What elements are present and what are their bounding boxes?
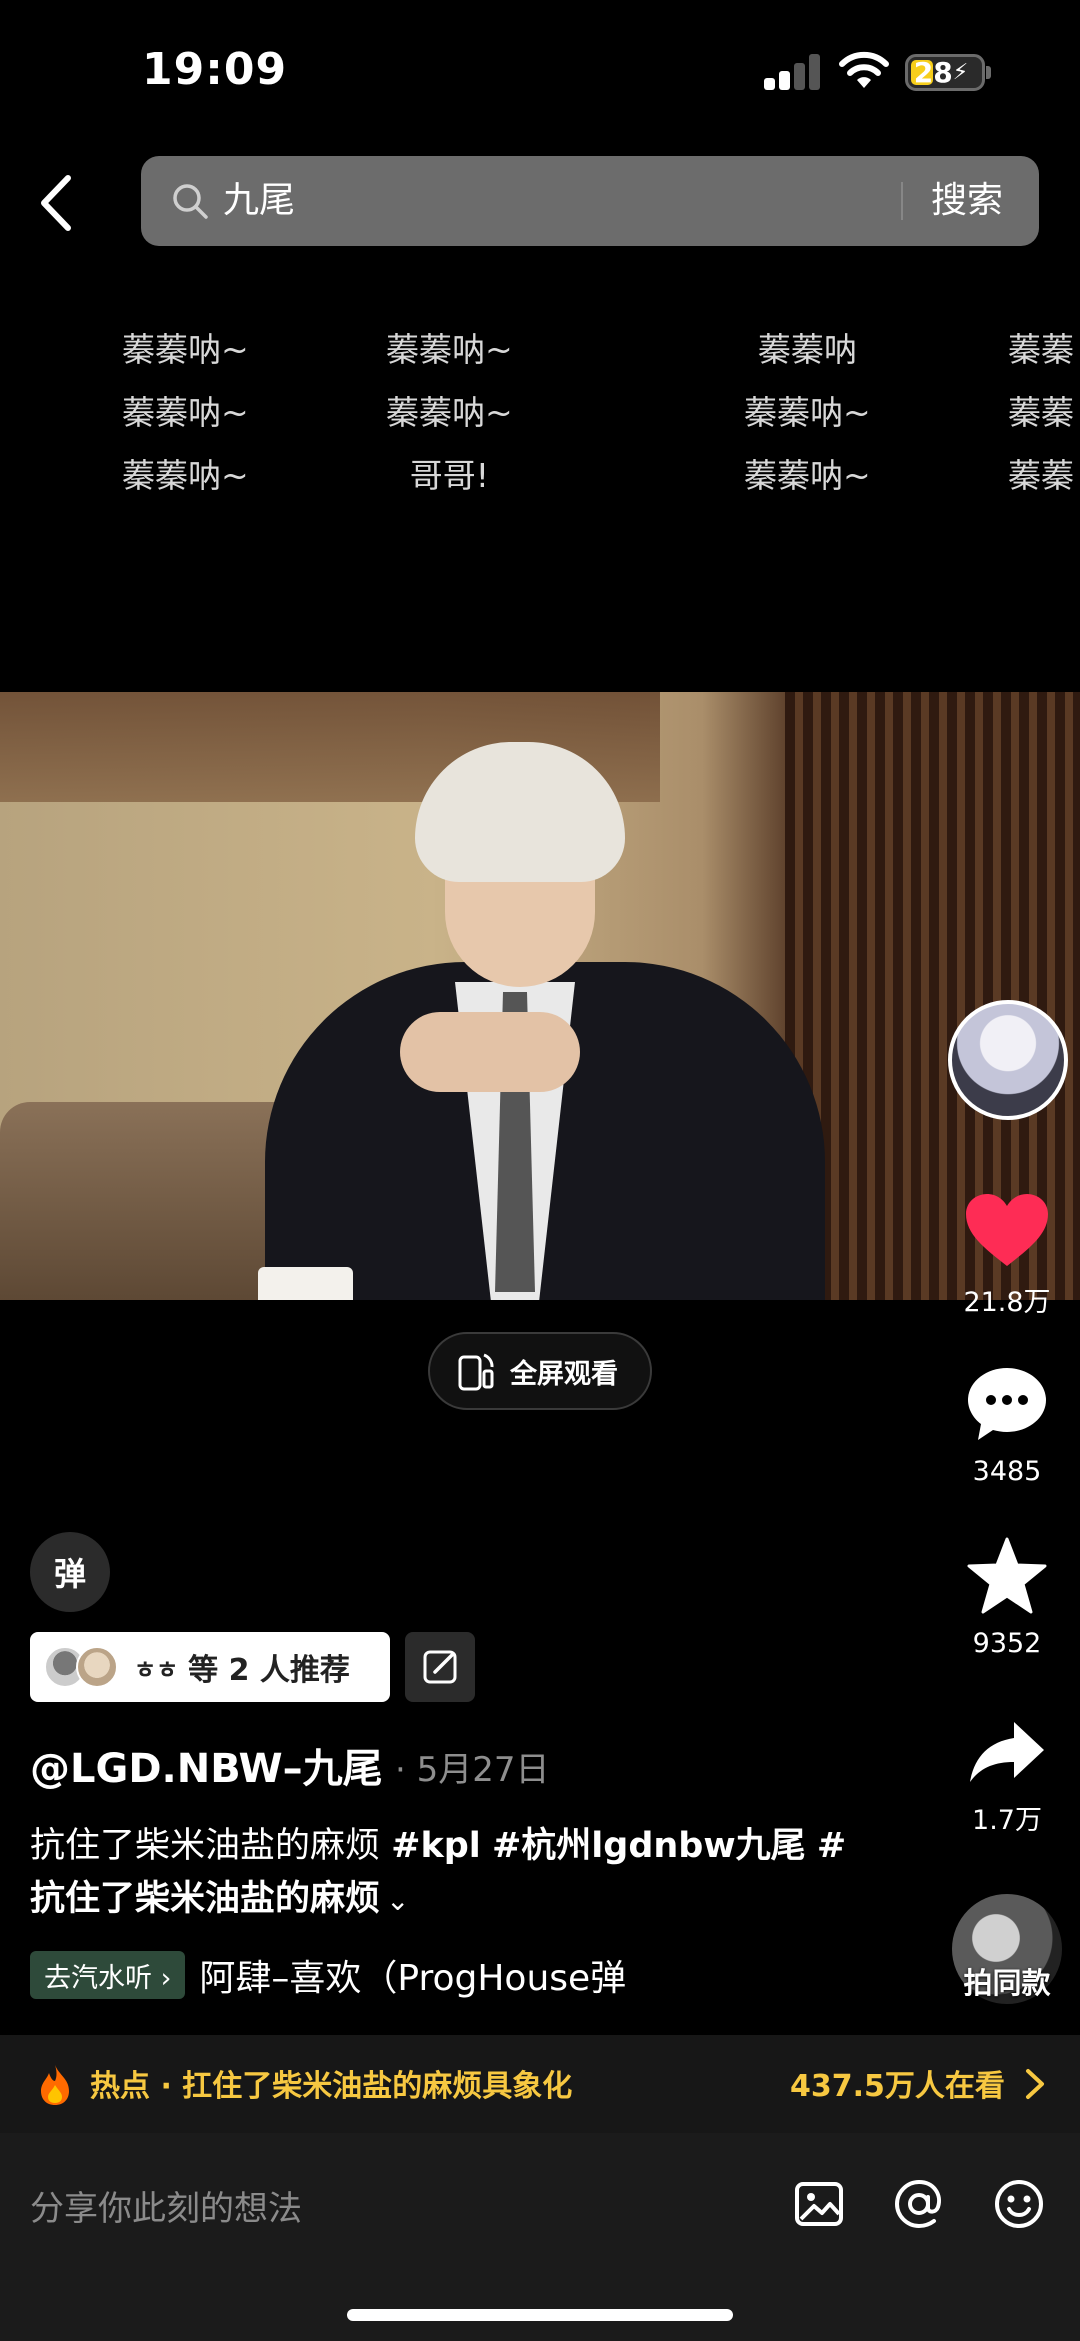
fire-icon: [41, 2065, 69, 2105]
hot-topic-text: 热点 · 扛住了柴米油盐的麻烦具象化: [90, 2069, 573, 2104]
comment-button[interactable]: 3485: [948, 1364, 1066, 1487]
share-count: 1.7万: [972, 1805, 1042, 1836]
star-icon: [967, 1537, 1047, 1614]
lyric-line: 蓁蓁: [1008, 330, 1074, 369]
author-avatar[interactable]: [948, 1000, 1068, 1120]
share-arrow-icon: [970, 1722, 1044, 1782]
recommender-names: ㅎㅎ: [134, 1655, 179, 1684]
search-input[interactable]: 九尾: [223, 174, 295, 228]
battery-level: 28: [913, 56, 953, 89]
open-in-qishui-button[interactable]: 去汽水听 ›: [30, 1951, 186, 1999]
back-icon[interactable]: [30, 170, 90, 236]
like-button[interactable]: 21.8万: [948, 1192, 1066, 1319]
search-button[interactable]: 搜索: [931, 174, 1003, 228]
favorite-count: 9352: [972, 1628, 1042, 1659]
recommend-text: 等 2 人推荐: [188, 1653, 350, 1688]
lyric-line: 蓁蓁呐~: [386, 393, 513, 432]
expand-chevron-icon[interactable]: ⌄: [386, 1884, 409, 1917]
lyric-line: 蓁蓁呐~: [122, 330, 249, 369]
hot-topic-bar[interactable]: 热点 · 扛住了柴米油盐的麻烦具象化 437.5万人在看: [0, 2035, 1080, 2133]
mention-at-icon[interactable]: [892, 2177, 946, 2231]
post-caption[interactable]: 抗住了柴米油盐的麻烦 #kpl #杭州lgdnbw九尾 # 抗住了柴米油盐的麻烦 ⌄: [30, 1820, 900, 1927]
lyric-column: 蓁蓁呐~ 蓁蓁呐~ 蓁蓁呐~: [122, 318, 249, 507]
hashtag[interactable]: #: [817, 1826, 846, 1866]
person-hand: [400, 1012, 580, 1092]
comment-count: 3485: [972, 1456, 1042, 1487]
caption-text: 抗住了柴米油盐的麻烦: [30, 1826, 392, 1866]
recommender-avatar: [76, 1646, 118, 1688]
lyric-line: 蓁蓁呐: [757, 330, 857, 369]
video-frame[interactable]: [0, 692, 1080, 1300]
edit-recommend-button[interactable]: [405, 1632, 475, 1702]
fullscreen-label: 全屏观看: [510, 1358, 618, 1390]
lyric-column: 蓁蓁呐 蓁蓁呐~ 蓁蓁呐~: [744, 318, 871, 507]
share-button[interactable]: 1.7万: [948, 1718, 1066, 1837]
comment-icon: [968, 1368, 1046, 1440]
lyric-column: 蓁蓁呐~ 蓁蓁呐~ 哥哥!: [386, 318, 513, 507]
lyric-line: 蓁蓁呐~: [744, 393, 871, 432]
favorite-button[interactable]: 9352: [948, 1536, 1066, 1659]
post-date: · 5月27日: [395, 1750, 550, 1790]
lyric-column: 蓁蓁 蓁蓁 蓁蓁: [1008, 318, 1080, 507]
battery-icon: 28 ⚡: [905, 54, 985, 91]
emoji-icon[interactable]: [992, 2177, 1046, 2231]
cellular-signal-icon: [764, 54, 822, 90]
music-title[interactable]: 阿肆–喜欢（ProgHouse弹: [199, 1949, 639, 2001]
lyric-line: 哥哥!: [409, 456, 489, 495]
danmaku-toggle[interactable]: 弹: [30, 1532, 110, 1612]
home-indicator[interactable]: [347, 2309, 733, 2321]
like-count: 21.8万: [963, 1287, 1051, 1318]
fullscreen-button[interactable]: 全屏观看: [428, 1332, 652, 1410]
remake-label[interactable]: 拍同款: [945, 1960, 1069, 2002]
music-row[interactable]: 去汽水听 › 阿肆–喜欢（ProgHouse弹: [30, 1950, 639, 2000]
chevron-right-icon: [1026, 2069, 1044, 2099]
author-name[interactable]: @LGD.NBW–九尾: [30, 1736, 383, 1794]
wifi-icon: [839, 51, 889, 88]
lyric-line: 蓁蓁: [1008, 393, 1074, 432]
image-icon[interactable]: [792, 2177, 846, 2231]
lyric-line: 蓁蓁: [1008, 456, 1074, 495]
search-divider: [901, 182, 903, 220]
comment-bar: 分享你此刻的想法: [0, 2133, 1080, 2341]
recommend-pill[interactable]: ㅎㅎ 等 2 人推荐: [30, 1632, 390, 1702]
search-icon: [173, 184, 208, 219]
hot-topic-viewers: 437.5万人在看: [790, 2069, 1005, 2104]
comment-input[interactable]: 分享你此刻的想法: [30, 2181, 302, 2230]
caption-text: 抗住了柴米油盐的麻烦: [30, 1879, 381, 1919]
hashtag[interactable]: #杭州lgdnbw九尾: [492, 1826, 806, 1866]
status-time: 19:09: [142, 44, 288, 95]
lyric-line: 蓁蓁呐~: [122, 456, 249, 495]
hashtag[interactable]: #kpl: [391, 1826, 481, 1866]
rotate-phone-icon: [458, 1353, 494, 1391]
battery-cap: [986, 66, 991, 79]
lyric-line: 蓁蓁呐~: [122, 393, 249, 432]
lyric-line: 蓁蓁呐~: [386, 330, 513, 369]
search-bar[interactable]: 九尾 搜索: [141, 156, 1039, 246]
heart-icon: [966, 1194, 1048, 1266]
lyric-line: 蓁蓁呐~: [744, 456, 871, 495]
edit-icon: [423, 1650, 457, 1684]
cup: [258, 1267, 353, 1300]
